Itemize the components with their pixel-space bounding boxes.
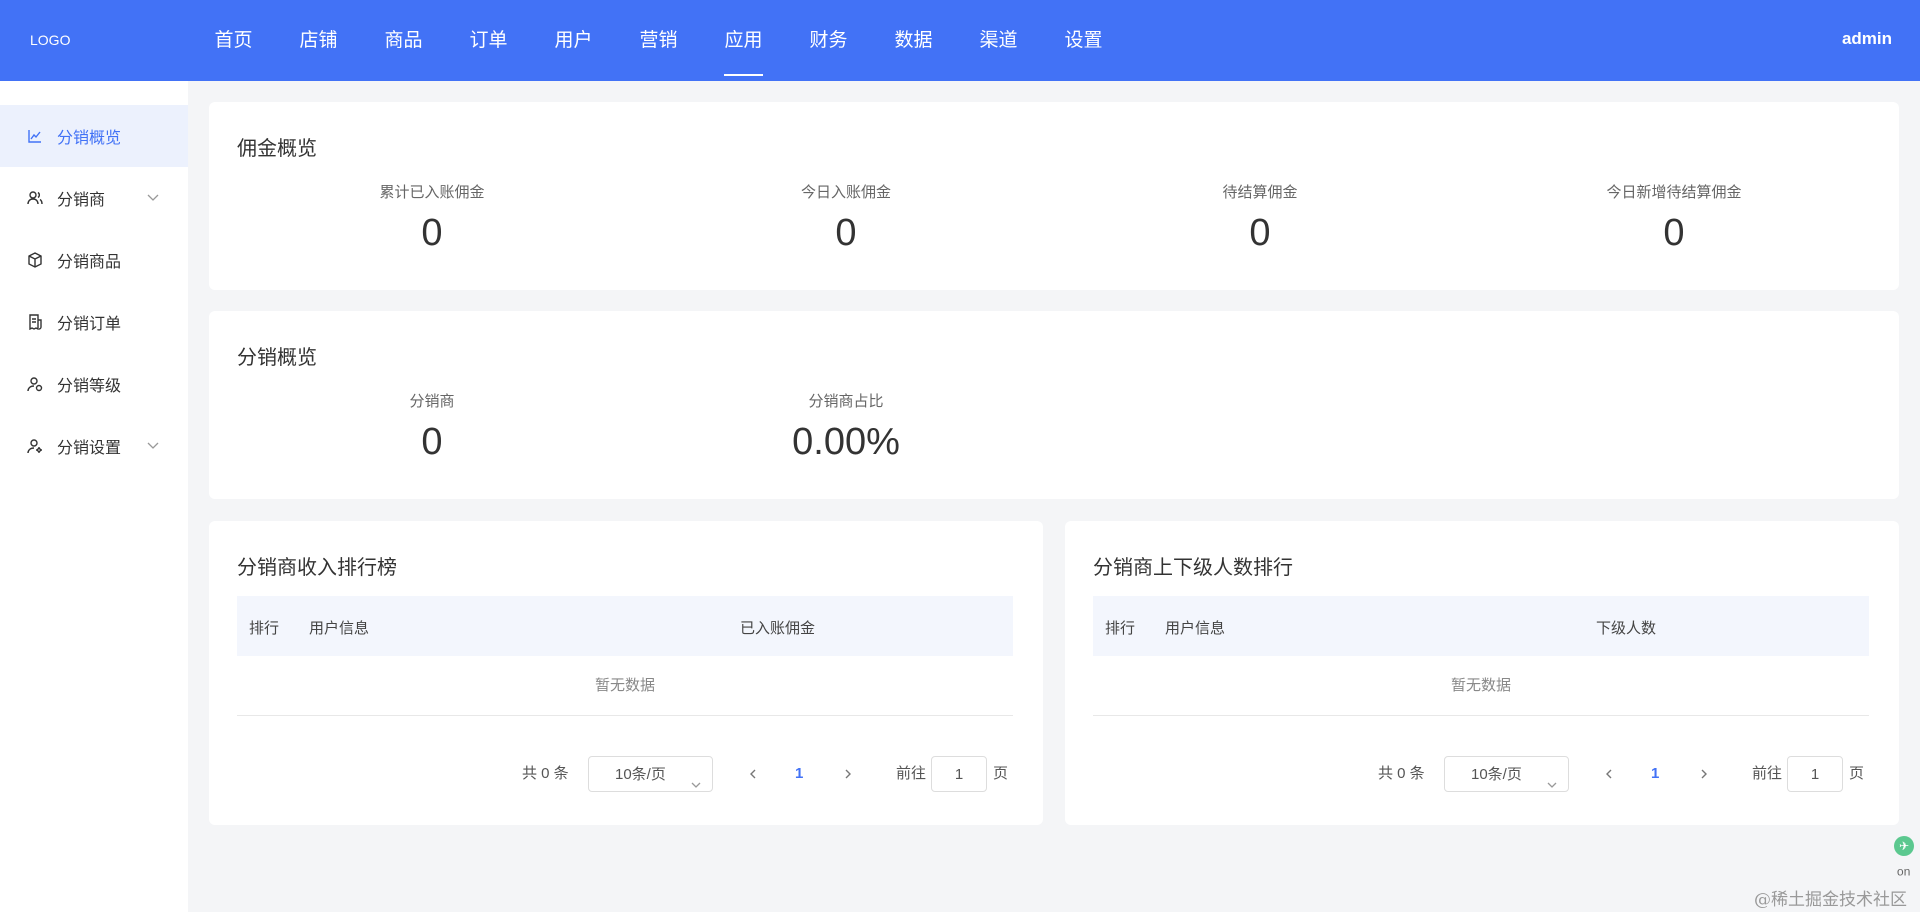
sidebar-item-label: 分销订单: [57, 316, 122, 333]
sidebar: 分销概览 分销商 分销商品 分销订单 分销等级 分销设置: [0, 81, 188, 912]
nav-item-home[interactable]: 首页: [191, 0, 276, 81]
page-size-select[interactable]: 10条/页: [1444, 756, 1569, 792]
page-suffix: 页: [993, 765, 1009, 782]
column-rank: 排行: [249, 620, 280, 637]
page-current[interactable]: 1: [795, 756, 803, 792]
sidebar-item-levels[interactable]: 分销等级: [0, 353, 188, 415]
chevron-right-icon[interactable]: [1698, 756, 1712, 792]
sidebar-item-label: 分销商: [57, 192, 106, 209]
nav-item-data[interactable]: 数据: [871, 0, 956, 81]
watermark: @稀土掘金技术社区: [1754, 890, 1907, 910]
top-navbar: LOGO 首页 店铺 商品 订单 用户 营销 应用 财务 数据 渠道 设置 ad…: [0, 0, 1920, 81]
pagination: 共 0 条 10条/页 1 前往 1 页: [209, 756, 1043, 792]
page-size-select[interactable]: 10条/页: [588, 756, 713, 792]
nav-item-users[interactable]: 用户: [531, 0, 616, 81]
sidebar-item-overview[interactable]: 分销概览: [0, 105, 188, 167]
stat-label: 分销商占比: [808, 393, 884, 410]
nav-item-channels[interactable]: 渠道: [956, 0, 1041, 81]
pagination-total: 共 0 条: [522, 765, 569, 782]
sidebar-item-label: 分销商品: [57, 254, 122, 271]
stat-value: 0.00%: [792, 421, 900, 463]
nav-item-orders[interactable]: 订单: [446, 0, 531, 81]
nav-item-shop[interactable]: 店铺: [276, 0, 361, 81]
logo[interactable]: LOGO: [30, 32, 70, 48]
sidebar-item-orders[interactable]: 分销订单: [0, 291, 188, 353]
chevron-right-icon[interactable]: [842, 756, 856, 792]
nav-item-apps[interactable]: 应用: [701, 0, 786, 81]
sidebar-item-label: 分销等级: [57, 378, 122, 395]
stat-today-commission: 今日入账佣金 0: [726, 181, 966, 255]
page-size-value: 10条/页: [1471, 766, 1522, 783]
receipt-icon: [27, 314, 43, 330]
chart-line-icon: [27, 128, 43, 144]
stat-label: 累计已入账佣金: [379, 184, 485, 201]
user-settings-icon: [27, 438, 43, 454]
nav-item-marketing[interactable]: 营销: [616, 0, 701, 81]
card-title: 分销商上下级人数排行: [1093, 557, 1293, 579]
users-icon: [27, 190, 43, 206]
column-user-info: 用户信息: [309, 620, 370, 637]
sidebar-item-goods[interactable]: 分销商品: [0, 229, 188, 291]
distribution-overview-card: 分销概览 分销商 0 分销商占比 0.00%: [209, 311, 1899, 499]
sidebar-item-distributors[interactable]: 分销商: [0, 167, 188, 229]
people-rank-card: 分销商上下级人数排行 排行 用户信息 下级人数 暂无数据 共 0 条 10条/页…: [1065, 521, 1899, 825]
page-current[interactable]: 1: [1651, 756, 1659, 792]
nav-item-finance[interactable]: 财务: [786, 0, 871, 81]
floating-helper-text: uo: [1897, 866, 1911, 880]
column-downline-count: 下级人数: [1596, 620, 1657, 637]
nav-item-settings[interactable]: 设置: [1041, 0, 1126, 81]
income-rank-card: 分销商收入排行榜 排行 用户信息 已入账佣金 暂无数据 共 0 条 10条/页 …: [209, 521, 1043, 825]
box-icon: [27, 252, 43, 268]
chevron-down-icon: [146, 438, 160, 452]
card-title: 佣金概览: [237, 138, 317, 160]
goto-page-input[interactable]: 1: [931, 756, 987, 792]
table-header: 排行 用户信息 下级人数: [1093, 596, 1869, 656]
table-header: 排行 用户信息 已入账佣金: [237, 596, 1013, 656]
chevron-down-icon: [1546, 769, 1558, 788]
column-user-info: 用户信息: [1165, 620, 1226, 637]
pagination: 共 0 条 10条/页 1 前往 1 页: [1065, 756, 1899, 792]
chevron-down-icon: [690, 769, 702, 788]
stat-label: 今日新增待结算佣金: [1606, 184, 1742, 201]
chevron-down-icon: [146, 190, 160, 204]
nav-item-goods[interactable]: 商品: [361, 0, 446, 81]
stat-distributor-ratio: 分销商占比 0.00%: [726, 390, 966, 464]
stat-label: 今日入账佣金: [800, 184, 891, 201]
floating-helper-icon[interactable]: ✈: [1894, 836, 1914, 856]
column-commission: 已入账佣金: [740, 620, 816, 637]
empty-state: 暂无数据: [237, 656, 1013, 716]
chevron-left-icon[interactable]: [1603, 756, 1617, 792]
stat-value: 0: [1663, 212, 1685, 254]
card-title: 分销概览: [237, 347, 317, 369]
user-level-icon: [27, 376, 43, 392]
stat-label: 待结算佣金: [1222, 184, 1298, 201]
goto-page-input[interactable]: 1: [1787, 756, 1843, 792]
stat-value: 0: [835, 212, 857, 254]
chevron-left-icon[interactable]: [747, 756, 761, 792]
pagination-total: 共 0 条: [1378, 765, 1425, 782]
page-size-value: 10条/页: [615, 766, 666, 783]
user-name[interactable]: admin: [1842, 29, 1892, 49]
stat-value: 0: [421, 212, 443, 254]
stat-label: 分销商: [409, 393, 455, 410]
sidebar-item-label: 分销概览: [57, 130, 122, 147]
stat-total-commission: 累计已入账佣金 0: [312, 181, 552, 255]
goto-label: 前往: [1752, 765, 1783, 782]
commission-overview-card: 佣金概览 累计已入账佣金 0 今日入账佣金 0 待结算佣金 0 今日新增待结算佣…: [209, 102, 1899, 290]
column-rank: 排行: [1105, 620, 1136, 637]
stat-value: 0: [1249, 212, 1271, 254]
sidebar-item-label: 分销设置: [57, 440, 122, 457]
sidebar-item-settings[interactable]: 分销设置: [0, 415, 188, 477]
stat-today-pending-commission: 今日新增待结算佣金 0: [1554, 181, 1794, 255]
stat-distributor-count: 分销商 0: [312, 390, 552, 464]
goto-label: 前往: [896, 765, 927, 782]
card-title: 分销商收入排行榜: [237, 557, 397, 579]
stat-value: 0: [421, 421, 443, 463]
page-suffix: 页: [1849, 765, 1865, 782]
empty-state: 暂无数据: [1093, 656, 1869, 716]
stat-pending-commission: 待结算佣金 0: [1140, 181, 1380, 255]
main-nav: 首页 店铺 商品 订单 用户 营销 应用 财务 数据 渠道 设置: [191, 0, 1126, 81]
